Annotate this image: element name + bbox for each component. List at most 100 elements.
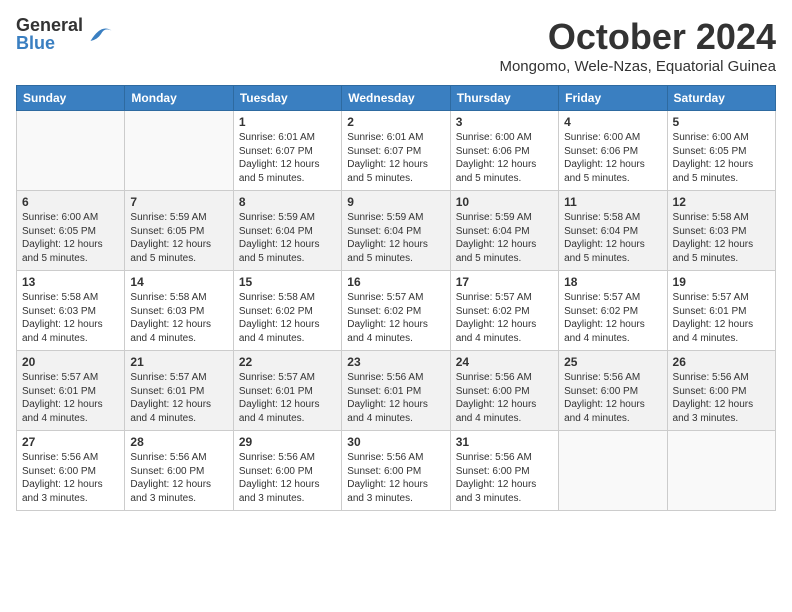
day-number: 17: [456, 275, 553, 289]
calendar-day-cell: 28 Sunrise: 5:56 AMSunset: 6:00 PMDaylig…: [125, 431, 233, 511]
day-number: 4: [564, 115, 661, 129]
calendar-week-row: 1 Sunrise: 6:01 AMSunset: 6:07 PMDayligh…: [17, 111, 776, 191]
day-number: 1: [239, 115, 336, 129]
day-info: Sunrise: 5:56 AMSunset: 6:00 PMDaylight:…: [130, 452, 211, 504]
day-info: Sunrise: 5:56 AMSunset: 6:00 PMDaylight:…: [564, 372, 645, 424]
day-info: Sunrise: 6:00 AMSunset: 6:05 PMDaylight:…: [22, 212, 103, 264]
day-number: 3: [456, 115, 553, 129]
day-info: Sunrise: 5:57 AMSunset: 6:01 PMDaylight:…: [239, 372, 320, 424]
calendar-day-cell: 15 Sunrise: 5:58 AMSunset: 6:02 PMDaylig…: [233, 271, 341, 351]
day-number: 18: [564, 275, 661, 289]
calendar-day-cell: 8 Sunrise: 5:59 AMSunset: 6:04 PMDayligh…: [233, 191, 341, 271]
day-number: 21: [130, 355, 227, 369]
day-info: Sunrise: 6:00 AMSunset: 6:06 PMDaylight:…: [456, 132, 537, 184]
calendar-week-row: 27 Sunrise: 5:56 AMSunset: 6:00 PMDaylig…: [17, 431, 776, 511]
calendar-day-cell: 4 Sunrise: 6:00 AMSunset: 6:06 PMDayligh…: [559, 111, 667, 191]
calendar-day-cell: [559, 431, 667, 511]
calendar-day-cell: 26 Sunrise: 5:56 AMSunset: 6:00 PMDaylig…: [667, 351, 775, 431]
day-number: 14: [130, 275, 227, 289]
weekday-header: Monday: [125, 86, 233, 111]
calendar-day-cell: 25 Sunrise: 5:56 AMSunset: 6:00 PMDaylig…: [559, 351, 667, 431]
day-info: Sunrise: 5:58 AMSunset: 6:03 PMDaylight:…: [130, 292, 211, 344]
calendar-day-cell: 29 Sunrise: 5:56 AMSunset: 6:00 PMDaylig…: [233, 431, 341, 511]
day-number: 2: [347, 115, 444, 129]
day-number: 29: [239, 435, 336, 449]
day-info: Sunrise: 5:59 AMSunset: 6:04 PMDaylight:…: [239, 212, 320, 264]
calendar-day-cell: 14 Sunrise: 5:58 AMSunset: 6:03 PMDaylig…: [125, 271, 233, 351]
day-info: Sunrise: 5:57 AMSunset: 6:01 PMDaylight:…: [22, 372, 103, 424]
day-number: 5: [673, 115, 770, 129]
calendar-day-cell: 19 Sunrise: 5:57 AMSunset: 6:01 PMDaylig…: [667, 271, 775, 351]
day-number: 16: [347, 275, 444, 289]
calendar-table: SundayMondayTuesdayWednesdayThursdayFrid…: [16, 85, 776, 511]
weekday-header: Friday: [559, 86, 667, 111]
day-number: 15: [239, 275, 336, 289]
day-info: Sunrise: 5:56 AMSunset: 6:01 PMDaylight:…: [347, 372, 428, 424]
day-info: Sunrise: 5:59 AMSunset: 6:04 PMDaylight:…: [456, 212, 537, 264]
day-info: Sunrise: 5:58 AMSunset: 6:03 PMDaylight:…: [673, 212, 754, 264]
day-number: 8: [239, 195, 336, 209]
calendar-day-cell: 5 Sunrise: 6:00 AMSunset: 6:05 PMDayligh…: [667, 111, 775, 191]
day-info: Sunrise: 5:57 AMSunset: 6:02 PMDaylight:…: [456, 292, 537, 344]
header-row: SundayMondayTuesdayWednesdayThursdayFrid…: [17, 86, 776, 111]
day-number: 23: [347, 355, 444, 369]
day-number: 30: [347, 435, 444, 449]
logo-blue-text: Blue: [16, 34, 83, 52]
calendar-day-cell: 10 Sunrise: 5:59 AMSunset: 6:04 PMDaylig…: [450, 191, 558, 271]
day-info: Sunrise: 6:00 AMSunset: 6:06 PMDaylight:…: [564, 132, 645, 184]
calendar-day-cell: 9 Sunrise: 5:59 AMSunset: 6:04 PMDayligh…: [342, 191, 450, 271]
calendar-day-cell: 21 Sunrise: 5:57 AMSunset: 6:01 PMDaylig…: [125, 351, 233, 431]
calendar-day-cell: 3 Sunrise: 6:00 AMSunset: 6:06 PMDayligh…: [450, 111, 558, 191]
day-number: 25: [564, 355, 661, 369]
logo-general-text: General: [16, 16, 83, 34]
day-info: Sunrise: 5:57 AMSunset: 6:01 PMDaylight:…: [130, 372, 211, 424]
day-info: Sunrise: 5:58 AMSunset: 6:02 PMDaylight:…: [239, 292, 320, 344]
calendar-day-cell: 27 Sunrise: 5:56 AMSunset: 6:00 PMDaylig…: [17, 431, 125, 511]
calendar-day-cell: 12 Sunrise: 5:58 AMSunset: 6:03 PMDaylig…: [667, 191, 775, 271]
day-number: 28: [130, 435, 227, 449]
day-number: 22: [239, 355, 336, 369]
day-number: 31: [456, 435, 553, 449]
day-number: 13: [22, 275, 119, 289]
calendar-day-cell: 1 Sunrise: 6:01 AMSunset: 6:07 PMDayligh…: [233, 111, 341, 191]
calendar-day-cell: 7 Sunrise: 5:59 AMSunset: 6:05 PMDayligh…: [125, 191, 233, 271]
calendar-day-cell: 23 Sunrise: 5:56 AMSunset: 6:01 PMDaylig…: [342, 351, 450, 431]
location-title: Mongomo, Wele-Nzas, Equatorial Guinea: [499, 58, 776, 75]
day-number: 26: [673, 355, 770, 369]
day-info: Sunrise: 6:01 AMSunset: 6:07 PMDaylight:…: [347, 132, 428, 184]
calendar-day-cell: 11 Sunrise: 5:58 AMSunset: 6:04 PMDaylig…: [559, 191, 667, 271]
calendar-day-cell: [667, 431, 775, 511]
day-number: 6: [22, 195, 119, 209]
day-info: Sunrise: 5:58 AMSunset: 6:04 PMDaylight:…: [564, 212, 645, 264]
day-info: Sunrise: 6:01 AMSunset: 6:07 PMDaylight:…: [239, 132, 320, 184]
day-info: Sunrise: 5:57 AMSunset: 6:02 PMDaylight:…: [564, 292, 645, 344]
page-header: General Blue October 2024 Mongomo, Wele-…: [16, 16, 776, 75]
calendar-week-row: 20 Sunrise: 5:57 AMSunset: 6:01 PMDaylig…: [17, 351, 776, 431]
day-number: 24: [456, 355, 553, 369]
calendar-day-cell: 20 Sunrise: 5:57 AMSunset: 6:01 PMDaylig…: [17, 351, 125, 431]
day-info: Sunrise: 5:56 AMSunset: 6:00 PMDaylight:…: [22, 452, 103, 504]
day-number: 27: [22, 435, 119, 449]
calendar-week-row: 6 Sunrise: 6:00 AMSunset: 6:05 PMDayligh…: [17, 191, 776, 271]
day-info: Sunrise: 5:56 AMSunset: 6:00 PMDaylight:…: [456, 452, 537, 504]
logo: General Blue: [16, 16, 115, 52]
weekday-header: Sunday: [17, 86, 125, 111]
day-info: Sunrise: 5:57 AMSunset: 6:02 PMDaylight:…: [347, 292, 428, 344]
calendar-day-cell: 18 Sunrise: 5:57 AMSunset: 6:02 PMDaylig…: [559, 271, 667, 351]
weekday-header: Tuesday: [233, 86, 341, 111]
calendar-day-cell: 16 Sunrise: 5:57 AMSunset: 6:02 PMDaylig…: [342, 271, 450, 351]
day-number: 12: [673, 195, 770, 209]
month-title: October 2024: [499, 16, 776, 58]
calendar-day-cell: 17 Sunrise: 5:57 AMSunset: 6:02 PMDaylig…: [450, 271, 558, 351]
calendar-week-row: 13 Sunrise: 5:58 AMSunset: 6:03 PMDaylig…: [17, 271, 776, 351]
day-info: Sunrise: 5:59 AMSunset: 6:05 PMDaylight:…: [130, 212, 211, 264]
day-info: Sunrise: 5:56 AMSunset: 6:00 PMDaylight:…: [239, 452, 320, 504]
day-number: 20: [22, 355, 119, 369]
calendar-day-cell: [125, 111, 233, 191]
day-number: 11: [564, 195, 661, 209]
day-info: Sunrise: 6:00 AMSunset: 6:05 PMDaylight:…: [673, 132, 754, 184]
calendar-day-cell: 30 Sunrise: 5:56 AMSunset: 6:00 PMDaylig…: [342, 431, 450, 511]
calendar-day-cell: 2 Sunrise: 6:01 AMSunset: 6:07 PMDayligh…: [342, 111, 450, 191]
day-info: Sunrise: 5:59 AMSunset: 6:04 PMDaylight:…: [347, 212, 428, 264]
day-number: 9: [347, 195, 444, 209]
